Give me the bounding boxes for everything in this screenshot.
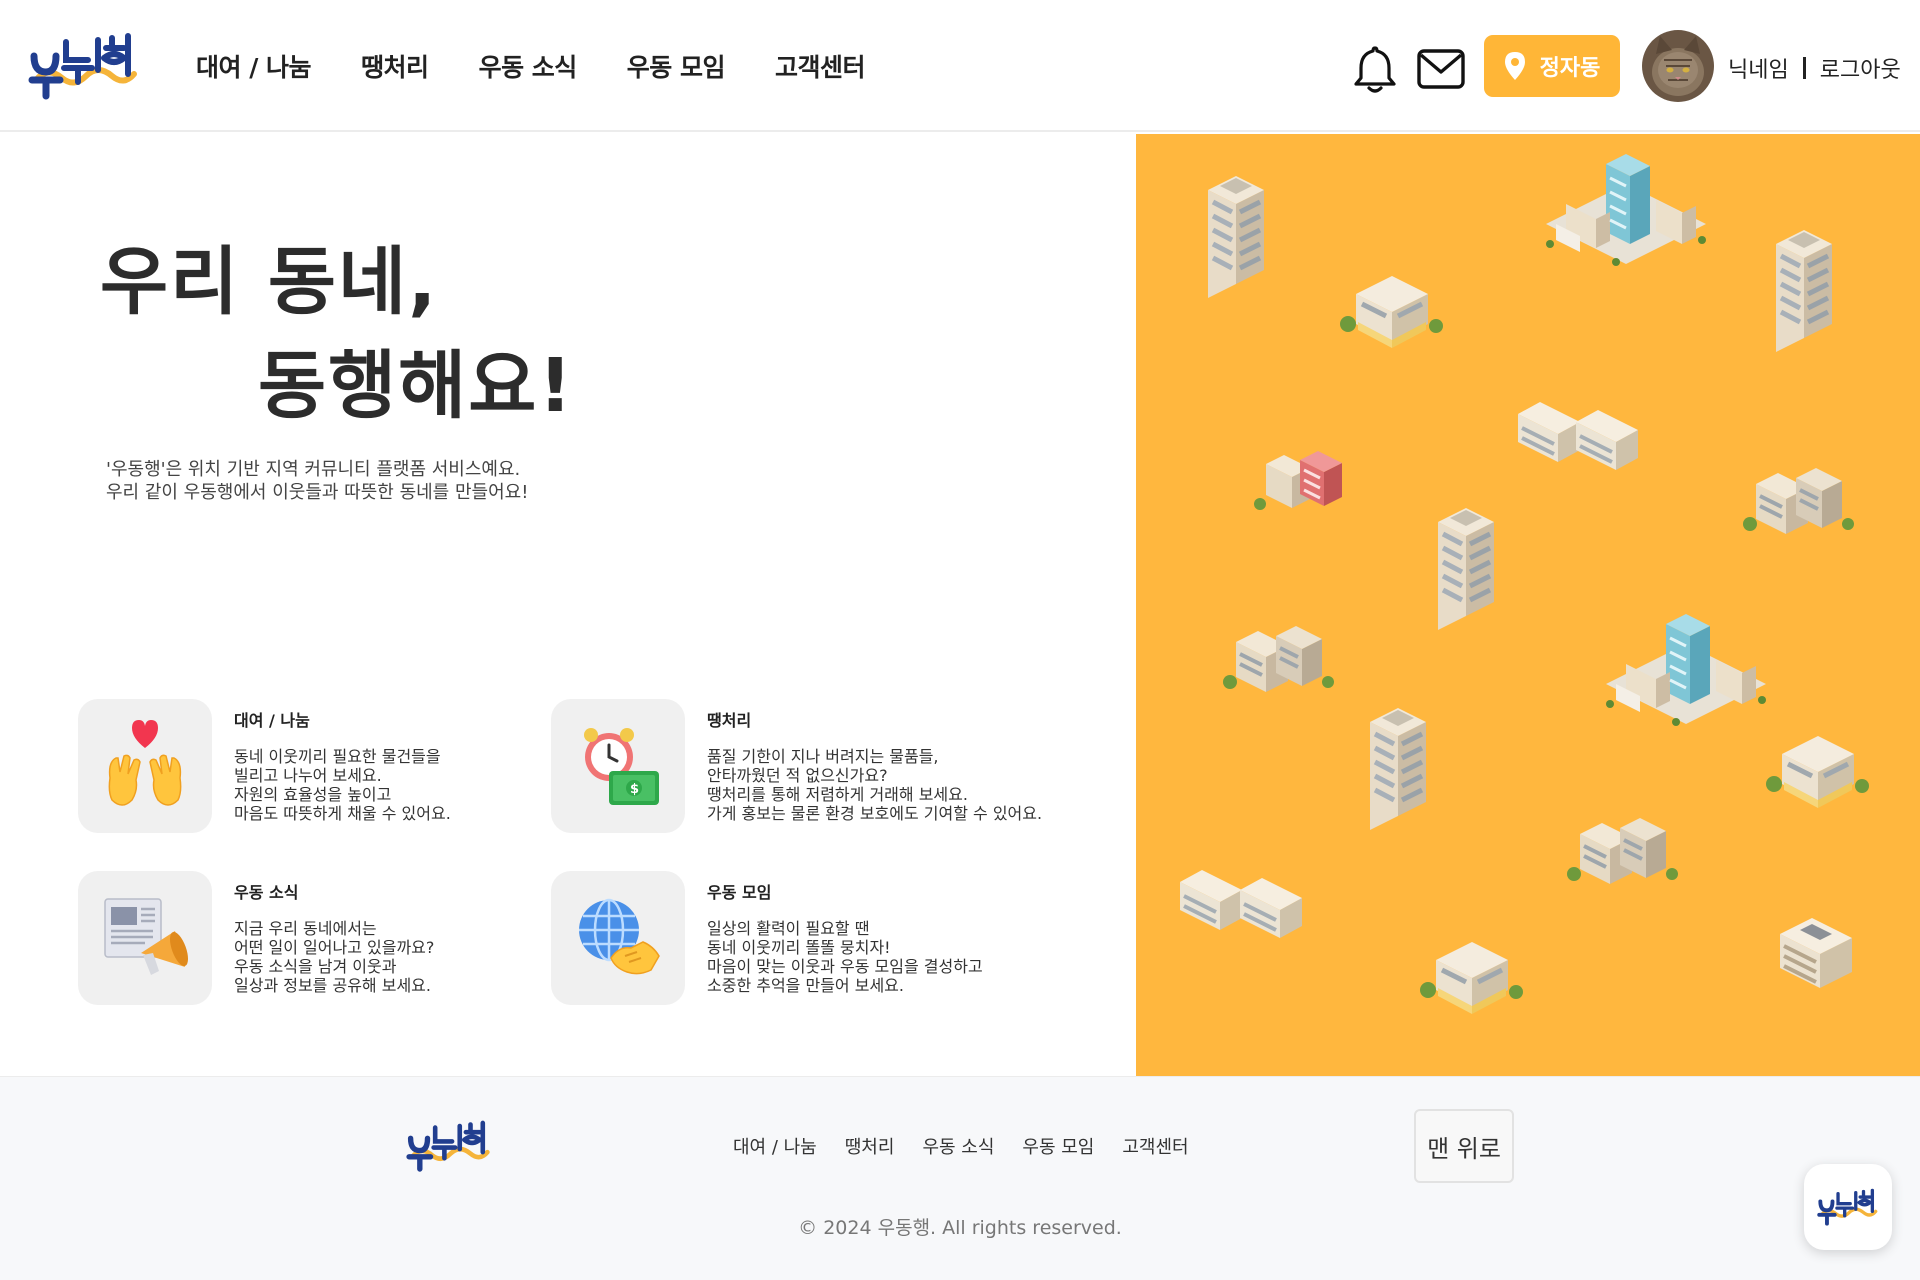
city-illustration xyxy=(1178,152,1920,1076)
heart-hands-icon xyxy=(108,720,182,806)
footer-link-clearance[interactable]: 땡처리 xyxy=(845,1133,895,1159)
feature-title: 대여 / 나눔 xyxy=(234,711,310,730)
footer-link-rental[interactable]: 대여 / 나눔 xyxy=(733,1133,817,1159)
footer-link-meetup[interactable]: 우동 모임 xyxy=(1022,1133,1094,1159)
feature-icon-box xyxy=(551,871,685,1005)
nav-rental[interactable]: 대여 / 나눔 xyxy=(196,48,312,84)
feature-rental[interactable]: 대여 / 나눔 동네 이웃끼리 필요한 물건들을 빌리고 나누어 보세요. 자원… xyxy=(78,699,598,833)
feature-icon-box xyxy=(78,699,212,833)
site-footer: 대여 / 나눔 땡처리 우동 소식 우동 모임 고객센터 맨 위로 © 2024… xyxy=(0,1076,1920,1280)
nav-meetup[interactable]: 우동 모임 xyxy=(627,48,726,84)
scroll-top-button[interactable]: 맨 위로 xyxy=(1414,1109,1514,1183)
city-illustration-panel xyxy=(1136,134,1920,1076)
footer-link-support[interactable]: 고객센터 xyxy=(1122,1133,1188,1159)
alarm-money-icon: $ xyxy=(584,728,659,805)
hero-title-line2: 동행해요! xyxy=(258,343,575,429)
logout-button[interactable]: 로그아웃 xyxy=(1820,52,1901,84)
globe-handshake-icon xyxy=(579,898,660,975)
location-button[interactable]: 정자동 xyxy=(1484,35,1620,97)
hero-description: '우동행'은 위치 기반 지역 커뮤니티 플랫폼 서비스예요. 우리 같이 우동… xyxy=(106,458,528,504)
divider xyxy=(1802,57,1806,79)
location-label: 정자동 xyxy=(1539,56,1601,81)
user-menu: 닉네임 로그아웃 xyxy=(1728,52,1901,84)
feature-meetup[interactable]: 우동 모임 일상의 활력이 필요할 땐 동네 이웃끼리 똘똘 뭉치자! 마음이 … xyxy=(551,871,1071,1005)
logo[interactable] xyxy=(28,30,140,102)
feature-title: 우동 소식 xyxy=(234,883,299,902)
footer-link-news[interactable]: 우동 소식 xyxy=(922,1133,994,1159)
avatar[interactable] xyxy=(1642,30,1714,102)
news-megaphone-icon xyxy=(104,898,189,975)
bell-icon[interactable] xyxy=(1352,44,1398,94)
feature-description: 품질 기한이 지나 버려지는 물품들, 안타까웠던 적 없으신가요? 땡처리를 … xyxy=(707,747,1043,823)
feature-description: 동네 이웃끼리 필요한 물건들을 빌리고 나누어 보세요. 자원의 효율성을 높… xyxy=(234,747,451,823)
feature-news[interactable]: 우동 소식 지금 우리 동네에서는 어떤 일이 일어나고 있을까요? 우동 소식… xyxy=(78,871,598,1005)
feature-icon-box: $ xyxy=(551,699,685,833)
main-nav: 대여 / 나눔 땡처리 우동 소식 우동 모임 고객센터 xyxy=(196,48,866,84)
nav-support[interactable]: 고객센터 xyxy=(775,48,866,84)
hero-title-line1: 우리 동네, xyxy=(100,239,439,325)
nav-clearance[interactable]: 땡처리 xyxy=(361,48,429,84)
svg-text:$: $ xyxy=(630,782,639,797)
nickname[interactable]: 닉네임 xyxy=(1728,52,1789,84)
copyright: © 2024 우동행. All rights reserved. xyxy=(798,1217,1122,1239)
footer-nav: 대여 / 나눔 땡처리 우동 소식 우동 모임 고객센터 xyxy=(733,1133,1189,1159)
hero-desc-line1: '우동행'은 위치 기반 지역 커뮤니티 플랫폼 서비스예요. xyxy=(106,459,521,480)
feature-icon-box xyxy=(78,871,212,1005)
location-pin-icon xyxy=(1504,52,1525,80)
feature-clearance[interactable]: $ 땡처리 품질 기한이 지나 버려지는 물품들, 안타까웠던 적 없으신가요?… xyxy=(551,699,1071,833)
floating-logo xyxy=(1817,1188,1878,1226)
mail-icon[interactable] xyxy=(1416,48,1466,90)
footer-logo[interactable] xyxy=(406,1117,492,1175)
hero-desc-line2: 우리 같이 우동행에서 이웃들과 따뜻한 동네를 만들어요! xyxy=(106,482,529,503)
floating-logo-button[interactable] xyxy=(1804,1164,1892,1250)
feature-title: 땡처리 xyxy=(707,711,752,730)
feature-description: 일상의 활력이 필요할 땐 동네 이웃끼리 똘똘 뭉치자! 마음이 맞는 이웃과… xyxy=(707,919,983,995)
nav-news[interactable]: 우동 소식 xyxy=(479,48,578,84)
feature-title: 우동 모임 xyxy=(707,883,772,902)
site-header: 대여 / 나눔 땡처리 우동 소식 우동 모임 고객센터 정자동 닉네임 로그아… xyxy=(0,0,1920,132)
feature-description: 지금 우리 동네에서는 어떤 일이 일어나고 있을까요? 우동 소식을 남겨 이… xyxy=(234,919,435,995)
